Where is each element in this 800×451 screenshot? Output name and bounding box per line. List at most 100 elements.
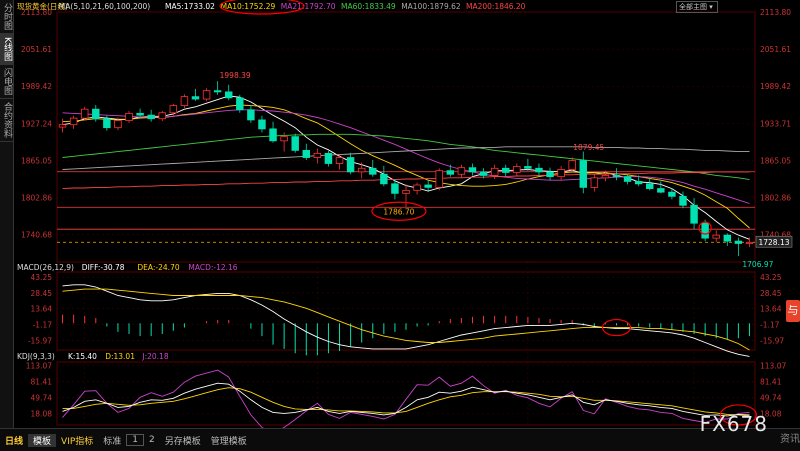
y-tick-label: 43.25 — [31, 273, 53, 282]
y-tick-label-right: 81.41 — [760, 377, 782, 386]
kdj-indicator-header: KDJ(9,3,3) — [17, 352, 55, 361]
candle-body — [557, 169, 565, 178]
main-indicator-header: MA(5,10,21,60,100,200) — [59, 2, 150, 11]
candle-body — [524, 166, 532, 169]
candle-body — [269, 128, 277, 142]
candle-body — [413, 184, 421, 191]
side-tag[interactable]: 与 — [786, 300, 800, 322]
candle-body — [92, 108, 100, 120]
tab-save-template[interactable]: 另存模板 — [160, 434, 206, 447]
y-tick-label-right: 49.74 — [760, 393, 782, 402]
candle-body — [147, 114, 155, 120]
candle-body — [634, 181, 643, 185]
tab-manage-template[interactable]: 管理模板 — [206, 434, 252, 447]
candle-body — [579, 160, 587, 188]
candle-body — [369, 167, 377, 175]
panel-frame — [56, 361, 756, 426]
candle-body — [346, 157, 355, 173]
macd-indicator-header: MACD:-12.16 — [188, 263, 237, 272]
candle-body — [169, 105, 178, 114]
candle-body — [479, 171, 488, 176]
y-tick-label-right: 1989.42 — [760, 82, 791, 91]
y-tick-label-right: 113.07 — [760, 361, 786, 370]
candle-body — [357, 167, 366, 173]
candle-body — [402, 189, 410, 194]
candle-body — [391, 183, 399, 194]
candle-body — [646, 183, 654, 189]
candle-body — [468, 167, 477, 173]
candle-body — [213, 90, 222, 93]
main-indicator-header: MA60:1833.49 — [341, 2, 396, 11]
candle-body — [291, 136, 299, 151]
tab-vip-indicator[interactable]: VIP指标 — [56, 434, 98, 447]
y-tick-label: -1.17 — [33, 321, 53, 330]
corner-news-label[interactable]: 资讯 — [780, 430, 800, 445]
candle-body — [302, 149, 311, 158]
y-tick-label: 81.41 — [31, 377, 53, 386]
y-tick-label-right: -1.17 — [760, 321, 780, 330]
candle-body — [424, 184, 432, 188]
candle-body — [668, 191, 676, 197]
tab-template[interactable]: 模板 — [28, 433, 57, 447]
tab-standard[interactable]: 标准 — [98, 434, 126, 447]
candle-body — [136, 112, 144, 116]
main-chart-dropdown[interactable]: 全部主图 ▾ — [676, 1, 718, 13]
candle-body — [568, 160, 576, 170]
candle-body — [446, 170, 455, 175]
candle-body — [180, 96, 189, 107]
y-tick-label: 49.74 — [31, 393, 53, 402]
candle-body — [324, 152, 333, 164]
candle-body — [546, 171, 554, 178]
candle-body — [58, 124, 67, 128]
macd-dea-line — [62, 288, 750, 351]
candle-body — [513, 166, 521, 173]
candle-body — [712, 234, 720, 239]
candle-body — [690, 204, 698, 224]
mid-high-price-label: 1879.45 — [573, 143, 604, 152]
candle-body — [280, 136, 288, 142]
y-tick-label-right: 43.25 — [760, 273, 782, 282]
candle-body — [125, 112, 133, 121]
candle-body — [435, 170, 443, 188]
kdj-j-line — [62, 369, 750, 428]
y-tick-label: 113.07 — [26, 361, 52, 370]
y-tick-label: 1740.68 — [21, 231, 52, 240]
kdj-indicator-header: K:15.40 — [68, 352, 97, 361]
kdj-indicator-header: D:13.01 — [105, 352, 135, 361]
y-tick-label: 1802.86 — [21, 194, 52, 203]
candle-body — [114, 120, 122, 129]
main-indicator-header: MA5:1733.02 — [165, 2, 215, 11]
y-tick-label: 1989.42 — [21, 82, 52, 91]
candle-body — [734, 240, 743, 244]
circled-price-label: 1786.70 — [383, 207, 414, 216]
main-indicator-header: MA21:1792.70 — [281, 2, 336, 11]
candle-body — [380, 173, 388, 185]
candle-body — [236, 97, 244, 111]
y-tick-label: 18.08 — [31, 409, 53, 418]
candle-body — [313, 152, 322, 158]
last-price-label: 1728.13 — [758, 238, 789, 247]
tab-page-2[interactable]: 2 — [144, 435, 160, 445]
timeframe-tab[interactable]: 日线 — [0, 434, 28, 447]
y-tick-label-right: 28.45 — [760, 289, 782, 298]
main-indicator-header: MA10:1752.29 — [221, 2, 276, 11]
tab-page-1[interactable]: 1 — [126, 434, 145, 446]
candle-body — [202, 90, 211, 100]
y-tick-label: 1927.24 — [21, 119, 52, 128]
candle-body — [258, 119, 266, 130]
candle-body — [103, 118, 111, 129]
candle-body — [490, 167, 499, 176]
dropdown-label: 全部主图 — [679, 3, 707, 11]
candle-body — [723, 234, 732, 242]
candle-body — [679, 195, 687, 206]
stock-chart: 2113.80 2113.802051.61 2051.611989.42 1989.… — [17, 0, 793, 428]
candle-body — [225, 91, 233, 99]
macd-indicator-header: DIFF:-30.78 — [82, 263, 125, 272]
candle-body — [501, 167, 510, 173]
brand-logo: FX678 — [699, 412, 768, 436]
panel-frame — [56, 11, 756, 263]
ma-line-ma60 — [62, 133, 750, 181]
y-tick-label-right: 2113.80 — [760, 8, 791, 17]
candle-body — [335, 157, 344, 164]
low-price-label: 1706.97 — [742, 260, 773, 269]
